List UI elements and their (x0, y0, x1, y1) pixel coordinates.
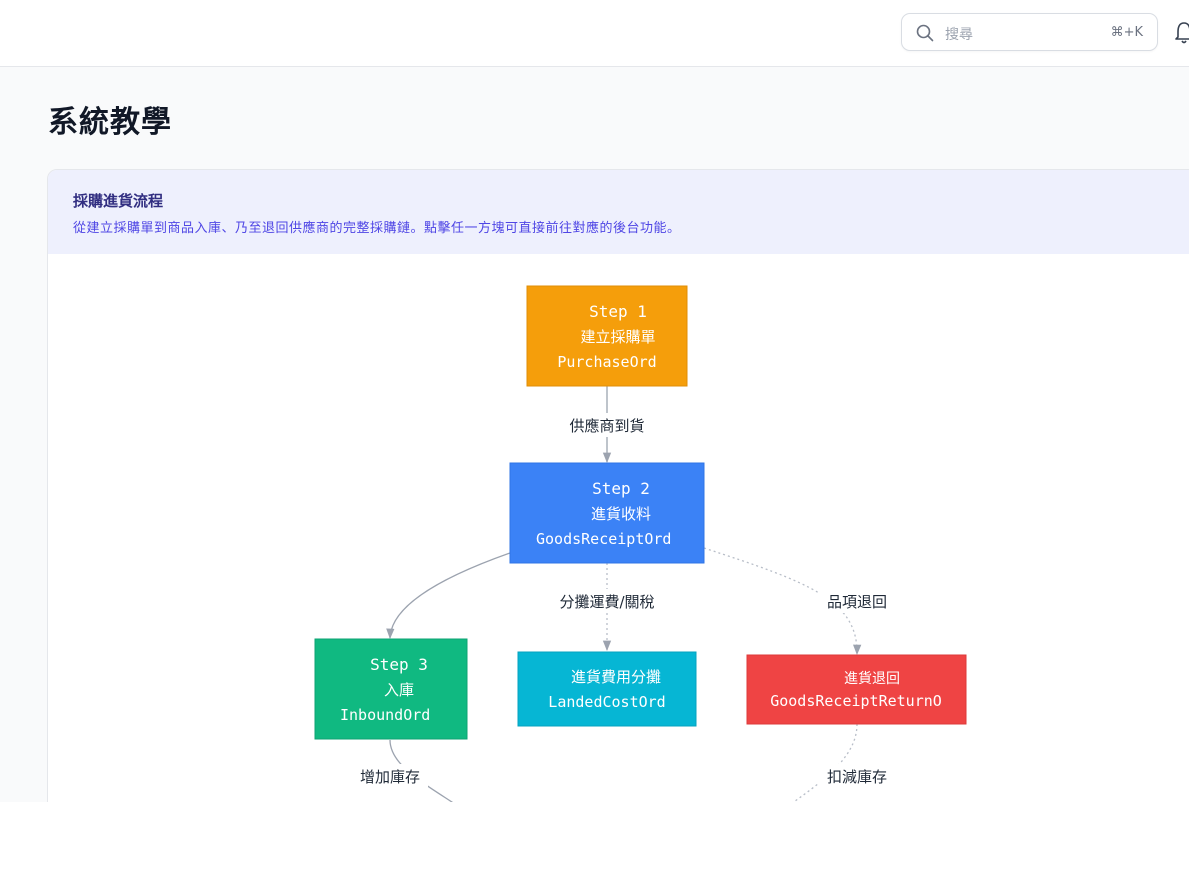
node-title: 進貨收料 (591, 505, 651, 523)
edge-label-decrease-stock: 扣減庫存 (827, 768, 887, 786)
node-purchase-order[interactable]: Step 1 建立採購單 PurchaseOrd (526, 285, 688, 387)
node-code: LandedCostOrd (548, 693, 665, 711)
page-title: 系統教學 (48, 105, 172, 140)
edge-label-cost-allocation: 分攤運費/關稅 (559, 593, 654, 611)
bell-icon[interactable] (1174, 20, 1189, 46)
workflow-card: 採購進貨流程 從建立採購單到商品入庫、乃至退回供應商的完整採購鏈。點擊任一方塊可… (47, 169, 1189, 802)
node-goods-receipt[interactable]: Step 2 進貨收料 GoodsReceiptOrd (509, 462, 705, 564)
search-shortcut: ⌘+K (1110, 25, 1143, 40)
node-goods-receipt-return[interactable]: 進貨退回 GoodsReceiptReturnO (746, 654, 967, 725)
node-code: GoodsReceiptOrd (536, 530, 671, 548)
search-input[interactable]: 搜尋 ⌘+K (901, 13, 1158, 51)
node-title: 建立採購單 (580, 328, 655, 346)
edge-decrease-stock (792, 723, 858, 802)
search-placeholder: 搜尋 (945, 27, 973, 43)
flow-diagram: 供應商到貨 分攤運費/關稅 品項退回 增加庫存 扣減庫存 Step 1 建立採購… (314, 285, 967, 802)
node-code: GoodsReceiptReturnO (770, 692, 942, 710)
edge-label-supplier-arrival: 供應商到貨 (569, 417, 644, 435)
node-code: PurchaseOrd (557, 353, 656, 371)
node-title: 入庫 (384, 681, 414, 699)
top-bar: 搜尋 ⌘+K (0, 0, 1189, 67)
node-title: 進貨退回 (844, 670, 900, 687)
edge-to-inbound (386, 552, 511, 640)
node-landed-cost[interactable]: 進貨費用分攤 LandedCostOrd (517, 651, 697, 727)
node-title: 進貨費用分攤 (571, 668, 661, 686)
edge-label-item-return: 品項退回 (827, 593, 887, 611)
page-bottom-area (0, 802, 1189, 892)
search-icon (916, 24, 934, 42)
edge-label-increase-stock: 增加庫存 (360, 768, 420, 786)
node-code: InboundOrd (340, 706, 430, 724)
node-step-label: Step 1 (589, 302, 647, 321)
main-content: 系統教學 採購進貨流程 從建立採購單到商品入庫、乃至退回供應商的完整採購鏈。點擊… (0, 67, 1189, 802)
node-step-label: Step 2 (592, 479, 650, 498)
node-step-label: Step 3 (370, 655, 428, 674)
node-inbound[interactable]: Step 3 入庫 InboundOrd (314, 638, 468, 740)
